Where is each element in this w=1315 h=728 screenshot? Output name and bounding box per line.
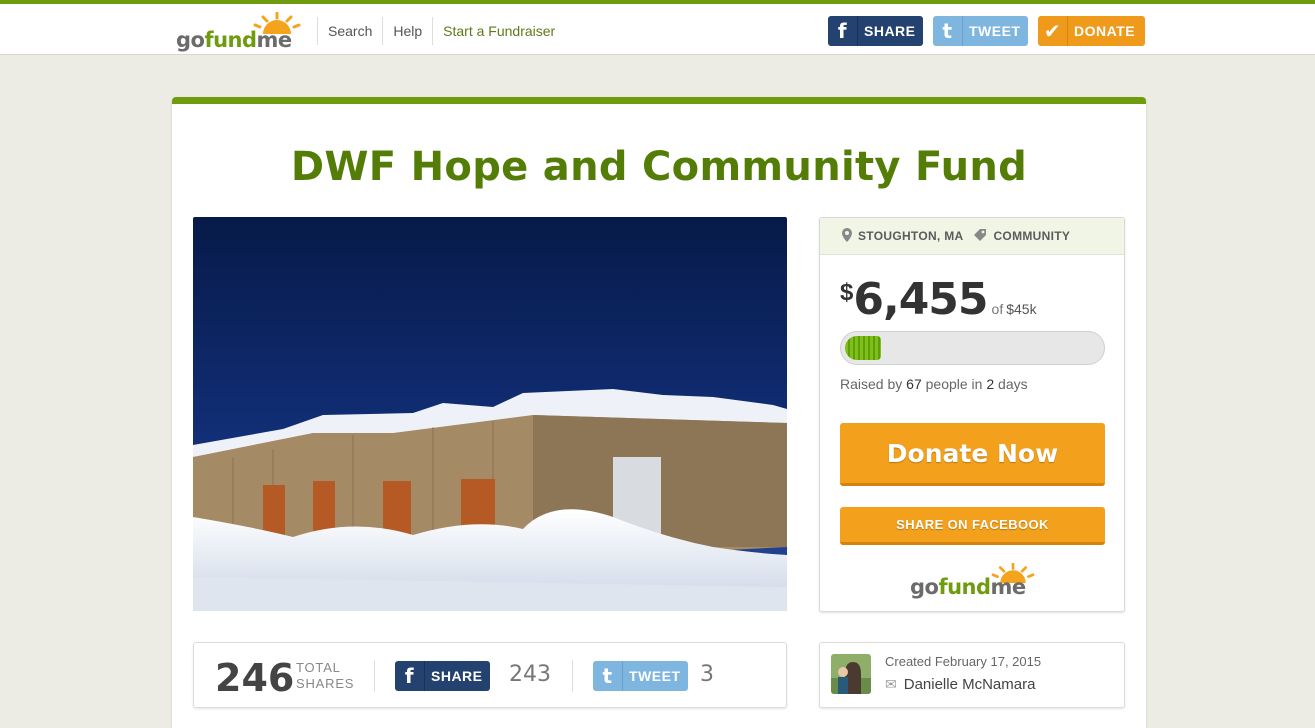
goal-value: $45k xyxy=(1006,301,1037,317)
mail-icon: ✉ xyxy=(885,676,897,692)
raised-value: 6,455 xyxy=(853,274,988,325)
site-header: gofundme Search Help Start a Fundraiser … xyxy=(0,4,1315,55)
facebook-icon: f xyxy=(395,661,425,691)
total-shares-count: 246 xyxy=(215,656,295,700)
currency-symbol: $ xyxy=(840,279,854,306)
facebook-share-count: 243 xyxy=(509,662,551,687)
tweet-count: 3 xyxy=(700,662,714,687)
of-label: of xyxy=(991,301,1004,317)
creator-panel: Created February 17, 2015 ✉ Danielle McN… xyxy=(819,642,1125,708)
header-tweet-button[interactable]: t TWEET xyxy=(933,16,1028,46)
header-tweet-label: TWEET xyxy=(969,23,1021,39)
gofundme-logo[interactable]: gofundme xyxy=(176,12,301,54)
logo-wordmark: gofundme xyxy=(176,28,292,52)
header-share-label: SHARE xyxy=(864,23,916,39)
created-date: Created February 17, 2015 xyxy=(885,654,1042,669)
amount-raised: $ 6,455 of $45k xyxy=(840,274,1037,325)
nav-search[interactable]: Search xyxy=(317,17,382,45)
days-count: 2 xyxy=(986,376,995,392)
barn-snow-image xyxy=(193,217,787,611)
nav-start-fundraiser[interactable]: Start a Fundraiser xyxy=(432,17,565,45)
twitter-icon: t xyxy=(593,661,623,691)
campaign-location[interactable]: STOUGHTON, MA xyxy=(858,229,963,243)
facebook-share-button[interactable]: f SHARE xyxy=(395,661,490,691)
twitter-tweet-button[interactable]: t TWEET xyxy=(593,661,688,691)
check-icon: ✔ xyxy=(1038,16,1068,46)
tag-icon xyxy=(973,228,987,245)
creator-avatar[interactable] xyxy=(831,654,871,694)
twitter-icon: t xyxy=(933,16,963,46)
divider xyxy=(572,660,573,692)
facebook-share-label: SHARE xyxy=(431,668,483,684)
nav-help[interactable]: Help xyxy=(382,17,432,45)
total-shares-label: TOTAL SHARES xyxy=(296,660,355,691)
twitter-tweet-label: TWEET xyxy=(629,668,681,684)
donate-now-button[interactable]: Donate Now xyxy=(840,423,1105,486)
creator-name: Danielle McNamara xyxy=(903,676,1036,693)
progress-fill xyxy=(845,336,882,360)
location-pin-icon xyxy=(842,227,852,245)
facebook-icon: f xyxy=(828,16,858,46)
share-stats-bar: 246 TOTAL SHARES f SHARE 243 t TWEET 3 xyxy=(193,642,787,708)
campaign-meta: STOUGHTON, MA COMMUNITY xyxy=(820,218,1124,255)
sidebar-gofundme-logo: gofundme xyxy=(910,563,1035,601)
header-donate-label: DONATE xyxy=(1074,23,1136,39)
share-on-facebook-button[interactable]: SHARE ON FACEBOOK xyxy=(840,507,1105,545)
campaign-category[interactable]: COMMUNITY xyxy=(993,229,1070,243)
logo-wordmark: gofundme xyxy=(910,575,1026,599)
raised-by-text: Raised by 67 people in 2 days xyxy=(840,376,1028,392)
main-nav: Search Help Start a Fundraiser xyxy=(317,17,565,45)
progress-bar xyxy=(840,331,1105,365)
creator-contact[interactable]: ✉ Danielle McNamara xyxy=(885,676,1035,693)
campaign-photo[interactable] xyxy=(193,217,787,611)
people-count: 67 xyxy=(906,376,922,392)
divider xyxy=(374,660,375,692)
header-share-button[interactable]: f SHARE xyxy=(828,16,923,46)
donation-sidebar: STOUGHTON, MA COMMUNITY $ 6,455 of $45k … xyxy=(819,217,1125,612)
campaign-title: DWF Hope and Community Fund xyxy=(290,144,1028,190)
header-donate-button[interactable]: ✔ DONATE xyxy=(1038,16,1145,46)
